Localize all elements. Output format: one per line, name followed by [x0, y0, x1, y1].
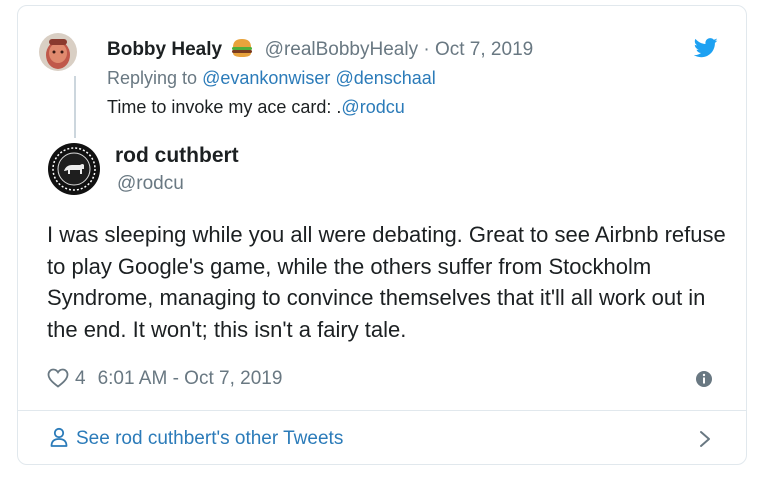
reply-date[interactable]: Oct 7, 2019: [435, 39, 533, 60]
main-tweet-text: I was sleeping while you all were debati…: [47, 222, 726, 342]
see-other-tweets-link[interactable]: See rod cuthbert's other Tweets: [50, 427, 343, 451]
person-icon: [50, 427, 68, 447]
reply-tweet-text: Time to invoke my ace card: .@rodcu: [107, 95, 405, 119]
reply-header: Bobby Healy 🍔 @realBobbyHealy · Oct 7, 2…: [107, 38, 533, 62]
replying-to-mention-denschaal[interactable]: @denschaal: [335, 68, 435, 88]
main-author-avatar[interactable]: [48, 143, 100, 195]
like-count[interactable]: 4: [75, 368, 86, 389]
tweet-timestamp[interactable]: 6:01 AM - Oct 7, 2019: [98, 368, 283, 389]
header-separator: ·: [423, 39, 430, 60]
replying-to-label: Replying to: [107, 68, 198, 88]
chevron-right-icon[interactable]: [698, 429, 712, 449]
main-author-name[interactable]: rod cuthbert: [115, 143, 239, 169]
replying-to-mention-evankonwiser[interactable]: @evankonwiser: [202, 68, 330, 88]
info-icon[interactable]: [694, 369, 714, 389]
reply-author-handle[interactable]: @realBobbyHealy: [265, 39, 418, 60]
main-author-handle[interactable]: @rodcu: [117, 172, 184, 196]
footer-divider: [18, 410, 746, 411]
twitter-bird-icon[interactable]: [694, 38, 718, 58]
hamburger-emoji-graphic: [232, 39, 253, 57]
reply-author-avatar[interactable]: [39, 33, 77, 71]
reply-text-body: Time to invoke my ace card: .: [107, 97, 342, 117]
replying-to-line: Replying to @evankonwiser @denschaal: [107, 67, 436, 89]
tweet-meta: 4 6:01 AM - Oct 7, 2019: [47, 366, 282, 392]
reply-author-name[interactable]: Bobby Healy: [107, 39, 222, 60]
heart-icon[interactable]: [47, 368, 69, 388]
see-other-tweets-label: See rod cuthbert's other Tweets: [76, 428, 344, 449]
thread-connector-line: [74, 76, 76, 138]
reply-text-mention-rodcu[interactable]: @rodcu: [341, 97, 404, 117]
